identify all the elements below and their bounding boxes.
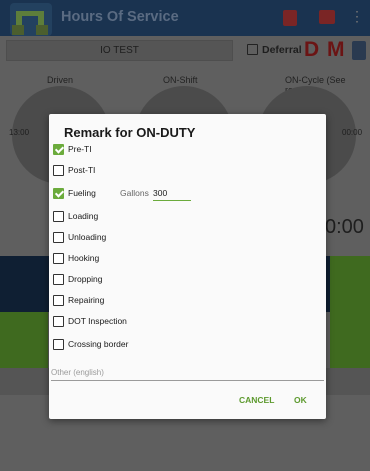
driven-time: 13:00 — [9, 128, 30, 137]
deferral-label: Deferral — [262, 44, 302, 56]
repairing-checkbox[interactable] — [53, 295, 64, 306]
driver-selector[interactable]: IO TEST — [6, 40, 233, 61]
option-label: Crossing border — [68, 339, 129, 349]
driver-name: IO TEST — [100, 45, 139, 56]
option-label: Pre-TI — [68, 144, 92, 154]
onshift-label: ON-Shift — [163, 75, 198, 85]
status-band-accent-left — [0, 312, 48, 368]
cycle-time-large: 0:00 — [325, 216, 364, 238]
app-bar: Hours Of Service ⋮ — [0, 0, 370, 36]
alert-icon[interactable] — [283, 10, 297, 26]
ok-button[interactable]: OK — [294, 395, 307, 405]
option-label: Dropping — [68, 274, 103, 284]
gallons-input[interactable]: 300 — [153, 186, 191, 201]
dot-inspection-checkbox[interactable] — [53, 316, 64, 327]
other-placeholder: Other (english) — [51, 368, 104, 377]
crossing-border-checkbox[interactable] — [53, 339, 64, 350]
option-label: DOT Inspection — [68, 316, 127, 326]
pre-ti-checkbox[interactable] — [53, 144, 64, 155]
gallons-value: 300 — [153, 188, 168, 198]
app-logo-icon — [10, 3, 52, 36]
gallons-label: Gallons — [120, 188, 149, 198]
dialog-title: Remark for ON-DUTY — [64, 125, 196, 140]
status-band-accent — [330, 256, 370, 312]
app-title: Hours Of Service — [61, 9, 179, 25]
other-remark-input[interactable]: Other (english) — [51, 365, 324, 381]
post-ti-checkbox[interactable] — [53, 165, 64, 176]
option-label: Unloading — [68, 232, 107, 242]
more-vert-icon[interactable]: ⋮ — [350, 8, 364, 25]
option-label: Loading — [68, 211, 99, 221]
clipboard-icon[interactable] — [352, 41, 366, 60]
remark-dialog: Remark for ON-DUTY Pre-TI Post-TI Fuelin… — [49, 114, 326, 419]
option-label: Fueling — [68, 188, 96, 198]
dropping-checkbox[interactable] — [53, 274, 64, 285]
unloading-checkbox[interactable] — [53, 232, 64, 243]
deferral-checkbox[interactable] — [247, 44, 258, 55]
option-label: Post-TI — [68, 165, 96, 175]
dm-badge[interactable]: D M — [304, 38, 346, 62]
option-label: Hooking — [68, 253, 100, 263]
oncycle-time: 00:00 — [342, 128, 363, 137]
option-label: Repairing — [68, 295, 105, 305]
status-band-accent-right — [330, 312, 370, 368]
hooking-checkbox[interactable] — [53, 253, 64, 264]
cancel-button[interactable]: CANCEL — [239, 395, 274, 405]
option-fueling[interactable]: Fueling Gallons 300 — [53, 186, 213, 202]
truck-icon[interactable] — [319, 10, 335, 24]
driven-label: Driven — [47, 75, 74, 85]
fueling-checkbox[interactable] — [53, 188, 64, 199]
loading-checkbox[interactable] — [53, 211, 64, 222]
